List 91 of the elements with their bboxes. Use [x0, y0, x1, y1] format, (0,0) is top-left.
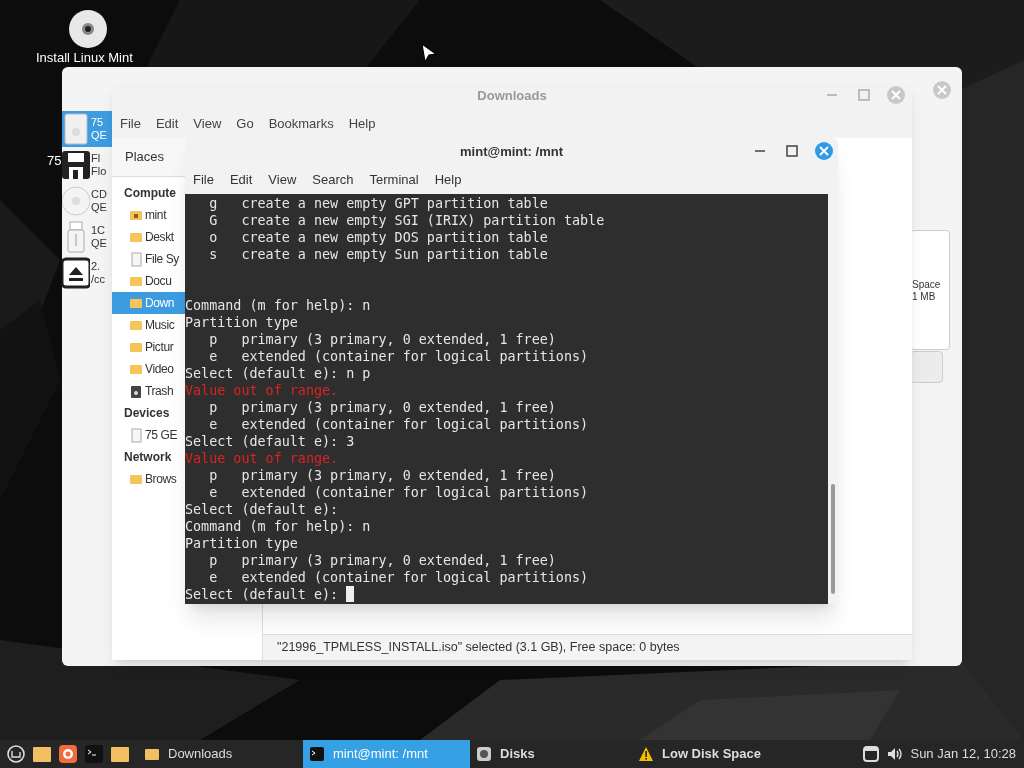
sidebar-item[interactable]: Docu [112, 270, 185, 292]
terminal-line: Command (m for help): n [185, 297, 371, 314]
sidebar-item[interactable]: File Sy [112, 248, 185, 270]
terminal-line: g create a new empty GPT partition table [208, 195, 548, 212]
menu-item[interactable]: Edit [229, 170, 253, 190]
device-detail: Flo [91, 165, 107, 178]
device-item[interactable]: 1C QE [62, 219, 112, 255]
drive-icon [129, 427, 142, 443]
folder-icon[interactable] [32, 744, 52, 764]
terminal-line: Partition type [185, 535, 298, 552]
clock[interactable]: Sun Jan 12, 10:28 [910, 744, 1016, 764]
sidebar-item[interactable]: Trash [112, 380, 185, 402]
sidebar-item[interactable]: Music [112, 314, 185, 336]
terminal-line: Command (m for help): n [185, 518, 371, 535]
menu-item[interactable]: Help [434, 170, 462, 190]
device-detail: QE [91, 201, 107, 214]
window-title: mint@mint: /mnt [460, 143, 563, 162]
desktop-icon-label[interactable]: 75 [47, 151, 62, 171]
disc-icon[interactable] [68, 9, 108, 49]
pointer-icon [420, 43, 438, 65]
window-title: Downloads [477, 87, 547, 106]
taskbar-button[interactable]: Disks [470, 740, 632, 768]
menu-item[interactable]: File [120, 114, 141, 134]
error-line: Value out of range. [185, 450, 339, 467]
volume-label: Space [912, 279, 941, 291]
folder-icon [144, 746, 160, 762]
terminal-line: e extended (container for logical partitions) [208, 416, 589, 433]
terminal-line: p primary (3 primary, 0 extended, 1 free) [208, 552, 556, 569]
terminal-icon[interactable] [84, 744, 104, 764]
menu-item[interactable]: Bookmarks [268, 114, 334, 134]
terminal-line: Select (default e): 3 [185, 433, 355, 450]
terminal-line: s create a new empty Sun partition table [208, 246, 548, 263]
menu-item[interactable]: View [268, 170, 297, 190]
menu-item[interactable]: Help [348, 114, 376, 134]
status-text: "21996_TPMLESS_INSTALL.iso" selected (3.1 GB), Free space: 0 bytes [277, 639, 680, 657]
section-header: Network [123, 449, 173, 466]
menu-item[interactable]: Terminal [369, 170, 419, 190]
error-line: Value out of range. [185, 382, 339, 399]
terminal-line: p primary (3 primary, 0 extended, 1 free) [208, 467, 556, 484]
device-detail: QE [91, 129, 107, 142]
browser-icon[interactable] [58, 744, 78, 764]
section-header: Compute [123, 185, 177, 202]
terminal-line: G create a new empty SGI (IRIX) partition table [208, 212, 605, 229]
sidebar-item[interactable]: Brows [112, 468, 185, 490]
terminal-line: Select (default e): [185, 501, 339, 518]
device-name: Fl [91, 152, 102, 165]
device-detail: /cc [91, 273, 106, 286]
terminal-line: o create a new empty DOS partition table [208, 229, 548, 246]
section-header: Devices [123, 405, 171, 422]
terminal-line: Partition type [185, 314, 298, 331]
terminal-line: p primary (3 primary, 0 extended, 1 free) [208, 399, 556, 416]
taskbar-button[interactable]: Downloads [138, 740, 303, 768]
trash-icon [129, 383, 142, 399]
warning-icon [638, 746, 654, 762]
device-item[interactable]: CD QE [62, 183, 112, 219]
device-name: 75 [91, 116, 105, 129]
menu-item[interactable]: View [193, 114, 222, 134]
taskbar-button[interactable]: Low Disk Space [632, 740, 812, 768]
sidebar-item[interactable]: Pictur [112, 336, 185, 358]
desktop-icon-label[interactable]: Install Linux Mint [36, 50, 133, 65]
terminal-icon [309, 746, 325, 762]
terminal-line: e extended (container for logical partitions) [208, 348, 589, 365]
scrollbar-thumb[interactable] [831, 484, 835, 594]
sidebar-item[interactable]: mint [112, 204, 185, 226]
close-icon[interactable] [814, 141, 834, 161]
sidebar-item[interactable]: 75 GE [112, 424, 185, 446]
menu-item[interactable]: Go [236, 114, 254, 134]
terminal-line: Select (default e): n p [185, 365, 371, 382]
menu-icon[interactable] [6, 744, 26, 764]
places-tab[interactable]: Places [112, 138, 185, 176]
terminal-line: Select (default e): [185, 586, 340, 603]
terminal-line: p primary (3 primary, 0 extended, 1 free) [208, 331, 556, 348]
menu-item[interactable]: File [193, 170, 214, 190]
terminal-line: e extended (container for logical partitions) [208, 569, 589, 586]
device-item[interactable]: 2. /cc [62, 255, 112, 291]
scrollbar[interactable] [828, 194, 838, 604]
menu-item[interactable]: Edit [155, 114, 179, 134]
terminal-line: e extended (container for logical partitions) [208, 484, 589, 501]
device-name: CD [91, 188, 107, 201]
sidebar-item[interactable]: Deskt [112, 226, 185, 248]
folder-icon[interactable] [110, 744, 130, 764]
device-name: 1C [91, 224, 107, 237]
device-item[interactable]: Fl Flo [62, 147, 112, 183]
drive-icon [62, 112, 90, 146]
drive-icon [129, 251, 142, 267]
volume-size: 1 MB [912, 291, 937, 303]
menu-item[interactable]: Search [312, 170, 354, 190]
device-name: 2. [91, 260, 102, 273]
sidebar-item[interactable]: Video [112, 358, 185, 380]
device-detail: QE [91, 237, 107, 250]
window-icon[interactable] [862, 745, 881, 763]
